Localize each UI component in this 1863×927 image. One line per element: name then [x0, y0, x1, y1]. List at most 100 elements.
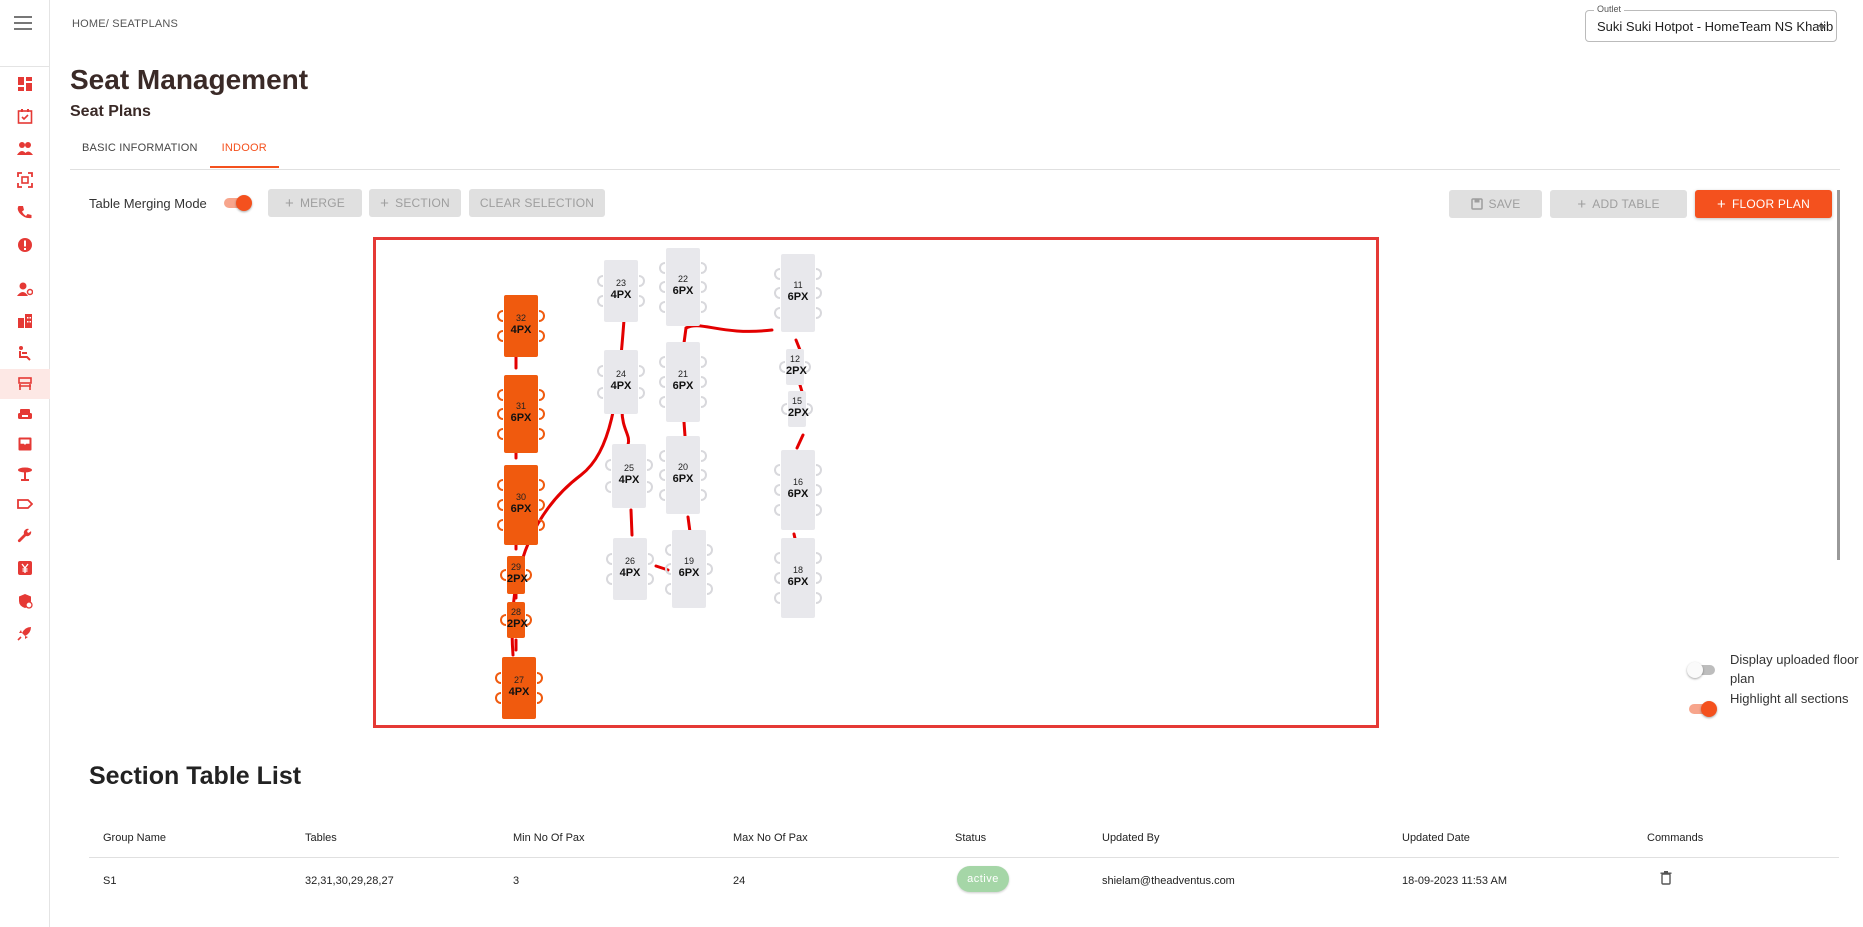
table-pax: 6PX — [787, 576, 809, 588]
save-icon — [1470, 198, 1483, 210]
chair — [497, 519, 503, 531]
sidebar-item-user-settings[interactable] — [0, 274, 50, 304]
seat-table-22[interactable]: 22 6PX — [659, 248, 707, 326]
chair — [495, 692, 501, 704]
sidebar-item-currency[interactable] — [0, 553, 50, 583]
seat-table-15[interactable]: 15 2PX — [781, 391, 813, 427]
seat-table-18[interactable]: 18 6PX — [774, 538, 822, 618]
plus-icon: + — [285, 194, 294, 212]
sidebar-divider — [0, 66, 50, 67]
highlight-sections-label: Highlight all sections — [1730, 691, 1849, 706]
sidebar-item-alert[interactable] — [0, 230, 50, 260]
table-row[interactable]: S1 32,31,30,29,28,27 3 24 active shielam… — [89, 862, 1839, 902]
chair — [597, 295, 603, 307]
seat-table-32[interactable]: 32 4PX — [497, 295, 545, 357]
plus-icon: + — [1717, 195, 1726, 213]
sidebar-item-calendar-check[interactable] — [0, 101, 50, 131]
sidebar-item-table[interactable] — [0, 369, 50, 399]
sidebar-item-rocket[interactable] — [0, 618, 50, 648]
sidebar-item-building[interactable] — [0, 306, 50, 336]
sidebar-item-security[interactable] — [0, 586, 50, 616]
outlet-select[interactable]: Outlet Suki Suki Hotpot - HomeTeam NS Kh… — [1585, 4, 1837, 42]
table-pax: 2PX — [507, 618, 528, 630]
seat-table-24[interactable]: 24 4PX — [597, 350, 645, 414]
merge-button[interactable]: + MERGE — [268, 189, 362, 217]
sidebar-item-wrench[interactable] — [0, 521, 50, 551]
seat-table-30[interactable]: 30 6PX — [497, 465, 545, 545]
table-pax: 4PX — [508, 686, 530, 698]
sidebar-item-phone[interactable] — [0, 198, 50, 228]
menu-icon[interactable] — [14, 16, 32, 30]
toggle-knob — [1701, 701, 1717, 717]
add-table-button[interactable]: + ADD TABLE — [1550, 190, 1687, 218]
round-table-icon — [18, 467, 32, 481]
seat-table-31[interactable]: 31 6PX — [497, 375, 545, 453]
seat-table-12[interactable]: 12 2PX — [779, 349, 811, 385]
table-number: 24 — [615, 369, 626, 379]
outlet-value: Suki Suki Hotpot - HomeTeam NS Khatib — [1597, 19, 1834, 34]
chair — [659, 262, 665, 274]
table-number: 20 — [677, 462, 688, 472]
save-button[interactable]: SAVE — [1449, 190, 1542, 218]
sidebar-item-round-table[interactable] — [0, 459, 50, 489]
clear-selection-button[interactable]: CLEAR SELECTION — [469, 189, 605, 217]
merge-mode-toggle[interactable] — [222, 195, 252, 211]
section-button[interactable]: + SECTION — [369, 189, 461, 217]
seat-table-16[interactable]: 16 6PX — [774, 450, 822, 530]
clear-selection-label: CLEAR SELECTION — [479, 196, 595, 210]
sidebar-item-inbox[interactable] — [0, 429, 50, 459]
plus-icon: + — [1577, 195, 1587, 213]
seat-table-21[interactable]: 21 6PX — [659, 342, 707, 422]
chair — [659, 281, 665, 293]
seat-plan-canvas[interactable]: 32 4PX 31 6PX 30 6PX 29 2PX 28 2PX 27 4PX 23 4PX 24 4PX… — [373, 237, 1379, 728]
table-pax: 4PX — [510, 324, 532, 336]
table-pax: 2PX — [507, 573, 528, 585]
table-number: 32 — [515, 313, 526, 323]
cell-min-pax: 3 — [513, 875, 520, 887]
seat-table-29[interactable]: 29 2PX — [500, 556, 532, 594]
chair — [606, 573, 612, 585]
highlight-sections-toggle[interactable] — [1687, 701, 1717, 717]
wrench-icon — [17, 528, 32, 543]
table-number: 30 — [515, 492, 526, 502]
chair — [659, 489, 665, 501]
seat-table-11[interactable]: 11 6PX — [774, 254, 822, 332]
link-line — [684, 324, 774, 333]
display-floor-plan-toggle[interactable] — [1687, 662, 1717, 678]
tab-basic-information[interactable]: BASIC INFORMATION — [70, 138, 210, 168]
cell-tables: 32,31,30,29,28,27 — [305, 875, 394, 887]
scrollbar[interactable] — [1837, 190, 1840, 560]
chair — [774, 287, 780, 299]
seat-table-27[interactable]: 27 4PX — [495, 657, 543, 719]
floor-plan-button[interactable]: + FLOOR PLAN — [1695, 190, 1832, 218]
sidebar-item-scan[interactable] — [0, 165, 50, 195]
link-line — [620, 408, 631, 447]
seat-table-19[interactable]: 19 6PX — [665, 530, 713, 608]
table-number: 19 — [683, 556, 694, 566]
seat-table-26[interactable]: 26 4PX — [606, 538, 654, 600]
customers-icon — [17, 142, 33, 155]
display-floor-plan-label: Display uploaded floor plan — [1730, 652, 1859, 686]
table-pax: 4PX — [619, 567, 641, 579]
sidebar-item-dashboard[interactable] — [0, 69, 50, 99]
tag-icon — [17, 499, 33, 509]
toggle-knob — [1687, 662, 1703, 678]
chair — [605, 459, 611, 471]
rocket-icon — [17, 627, 31, 641]
chair — [659, 450, 665, 462]
tab-indoor[interactable]: INDOOR — [209, 138, 279, 168]
merge-mode-label: Table Merging Mode — [89, 196, 207, 211]
table-number: 11 — [793, 280, 803, 290]
seat-table-25[interactable]: 25 4PX — [605, 444, 653, 508]
chair — [659, 301, 665, 313]
delete-icon[interactable] — [1660, 871, 1672, 885]
status-badge: active — [957, 866, 1009, 892]
seat-table-20[interactable]: 20 6PX — [659, 436, 707, 514]
sidebar-item-seat[interactable] — [0, 338, 50, 368]
sidebar-item-tag[interactable] — [0, 489, 50, 519]
sidebar-item-customers[interactable] — [0, 133, 50, 163]
seat-table-28[interactable]: 28 2PX — [500, 602, 532, 638]
sidebar-item-sofa[interactable] — [0, 399, 50, 429]
seat-table-23[interactable]: 23 4PX — [597, 260, 645, 322]
table-pax: 2PX — [786, 365, 807, 377]
